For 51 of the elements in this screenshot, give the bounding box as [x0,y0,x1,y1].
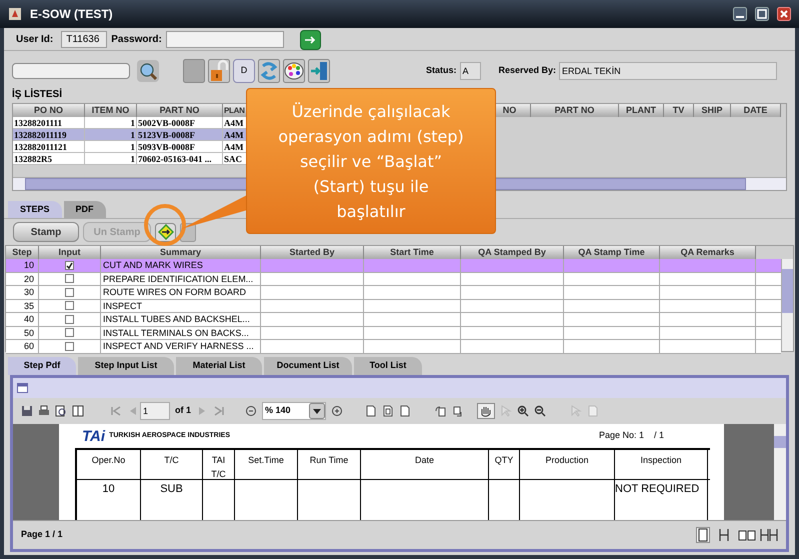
table-header-cell: Date [361,450,489,479]
table-cell: INSTALL TUBES AND BACKSHEL... [101,313,261,326]
table-cell-text: NOT REQUIRED [615,482,700,497]
table-cell: 50 [6,326,39,339]
table-cell: 132882011121 [13,141,85,152]
table-cell: 5123VB-0008F [137,129,223,140]
table-cell-text: SUB [159,482,184,497]
table-cell: 1 [85,117,137,128]
table-cell: 1 [85,141,137,152]
table-cell: ROUTE WIRES ON FORM BOARD [101,286,261,298]
reserved-by-field: ERDAL TEKİN [559,62,778,80]
table-cell-text: 10 [101,482,116,497]
table-cell: INSPECT [101,300,261,312]
table-header-cell: QTY [489,450,520,479]
table-cell: PREPARE IDENTIFICATION ELEM... [101,272,261,285]
company-logo: TAi [82,428,106,444]
table-cell: INSTALL TERMINALS ON BACKS... [101,326,261,339]
table-cell: CUT AND MARK WIRES [101,259,261,272]
callout-text: Üzerinde çalışılacak operasyon adımı (step) seçilir ve “Başlat” (Start) tuşu ile başlatılır [277,100,465,222]
table-cell: 13288201111 [13,117,85,128]
field-label: Status: [426,64,457,78]
table-cell: INSPECT AND VERIFY HARNESS ... [101,340,261,352]
table-cell: 132882011119 [13,129,85,140]
field-label: Password: [111,33,162,47]
table-cell: 20 [6,272,39,285]
table-cell: 30 [6,286,39,298]
field-label: Reserved By: [498,64,556,78]
window-title: E-SOW (TEST) [30,6,114,23]
table-cell: 132882R5 [13,153,85,164]
table-cell: 1 [85,153,137,164]
table-header-cell: Run Time [298,450,361,479]
status-field: A [460,62,481,80]
table-header-cell: Set.Time [235,450,298,479]
page-number: Page No: 1 / 1 [598,429,664,442]
section-title: İŞ LİSTESİ [11,89,64,101]
table-header-cell: T/C [141,450,203,479]
status-text: Page 1 / 1 [21,528,64,542]
table-header-cell: TAI T/C [203,450,235,479]
table-cell: 60 [6,340,39,352]
table-header-cell: Production [520,450,615,479]
table-cell: 10 [6,259,39,272]
table-cell: 40 [6,313,39,326]
table-header-cell: Oper.No [77,450,141,479]
table-cell: 5093VB-0008F [137,141,223,152]
table-header-cell: Inspection [615,450,708,479]
table-cell: 5002VB-0008F [137,117,223,128]
table-cell: 1 [85,129,137,140]
page-count: of 1 [175,404,192,418]
field-label: User Id: [16,33,54,47]
table-cell: 70602-05163-041 ... [137,153,223,164]
table-cell: 35 [6,300,39,312]
